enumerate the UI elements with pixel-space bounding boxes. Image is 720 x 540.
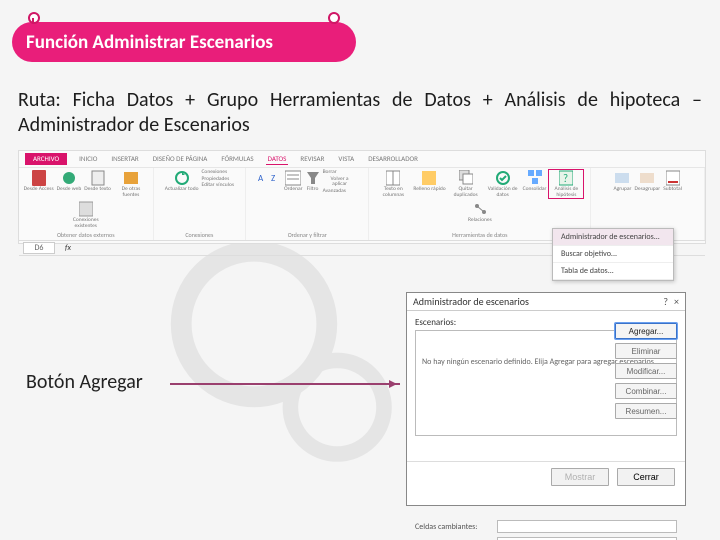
btn-desagrupar[interactable]: Desagrupar <box>634 170 660 193</box>
btn-conexiones-existentes[interactable]: Conexiones existentes <box>69 201 103 229</box>
btn-consolidar[interactable]: Consolidar <box>523 170 547 193</box>
combinar-button[interactable]: Combinar... <box>615 383 677 399</box>
btn-analisis-hipotesis[interactable]: ?Análisis de hipótesis <box>549 170 583 198</box>
dialog-titlebar: Administrador de escenarios ? × <box>407 293 685 311</box>
hipotesis-dropdown: Administrador de escenarios... Buscar ob… <box>552 228 674 281</box>
group-obtener-datos: Desde Access Desde web Desde texto De ot… <box>19 168 154 240</box>
resumen-button: Resumen... <box>615 403 677 419</box>
tab-formulas[interactable]: FÓRMULAS <box>219 153 255 165</box>
group-label: Obtener datos externos <box>19 231 153 239</box>
btn-quitar-duplicados[interactable]: Quitar duplicados <box>449 170 483 198</box>
close-icon[interactable]: × <box>674 295 679 308</box>
agregar-button[interactable]: Agregar... <box>615 323 677 339</box>
btn-sort-az[interactable]: A <box>258 170 268 184</box>
btn-relaciones[interactable]: Relaciones <box>468 201 492 224</box>
tab-inicio[interactable]: INICIO <box>77 153 99 165</box>
btn-desde-access[interactable]: Desde Access <box>24 170 54 193</box>
ribbon-tabs: ARCHIVO INICIO INSERTAR DISEÑO DE PÁGINA… <box>19 151 705 168</box>
dialog-side-buttons: Agregar... Eliminar Modificar... Combina… <box>615 323 677 419</box>
scenario-manager-dialog: Administrador de escenarios ? × Escenari… <box>406 292 686 506</box>
btn-validacion-datos[interactable]: Validación de datos <box>486 170 520 198</box>
name-box[interactable]: D6 <box>23 242 55 254</box>
btn-borrar[interactable]: Borrar <box>323 170 337 176</box>
btn-sort-za[interactable]: Z <box>271 170 281 184</box>
slide: Función Administrar Escenarios Ruta: Fic… <box>0 0 720 540</box>
btn-conexiones[interactable]: Conexiones <box>202 170 228 176</box>
group-ordenar-filtrar: A Z Ordenar Filtro Borrar Volver a aplic… <box>246 168 369 240</box>
cerrar-button[interactable]: Cerrar <box>617 468 675 486</box>
menu-buscar-objetivo[interactable]: Buscar objetivo... <box>553 246 673 263</box>
btn-otras-fuentes[interactable]: De otras fuentes <box>114 170 148 198</box>
slide-title-text: Función Administrar Escenarios <box>26 31 273 54</box>
group-conexiones: Actualizar todo Conexiones Propiedades E… <box>154 168 247 240</box>
route-text: Ruta: Ficha Datos + Grupo Herramientas d… <box>18 88 702 138</box>
btn-desde-texto[interactable]: Desde texto <box>84 170 111 193</box>
boton-agregar-label: Botón Agregar <box>26 370 143 394</box>
btn-texto-columnas[interactable]: Texto en columnas <box>376 170 410 198</box>
conn-subitems: Conexiones Propiedades Editar vínculos <box>202 170 235 189</box>
menu-admin-escenarios[interactable]: Administrador de escenarios... <box>553 229 673 246</box>
filter-subitems: Borrar Volver a aplicar Avanzadas <box>323 170 357 194</box>
dialog-footer: Mostrar Cerrar <box>407 461 685 492</box>
help-icon[interactable]: ? <box>663 295 668 308</box>
tab-archivo[interactable]: ARCHIVO <box>25 153 67 165</box>
mostrar-button: Mostrar <box>551 468 609 486</box>
btn-ordenar[interactable]: Ordenar <box>284 170 303 193</box>
watermark-gears <box>120 220 440 480</box>
arrow-annotation <box>170 383 400 385</box>
menu-tabla-datos[interactable]: Tabla de datos... <box>553 263 673 280</box>
tab-vista[interactable]: VISTA <box>336 153 356 165</box>
svg-text:?: ? <box>563 172 568 185</box>
btn-relleno-rapido[interactable]: Relleno rápido <box>413 170 445 193</box>
celdas-cambiantes-label: Celdas cambiantes: <box>415 522 493 532</box>
svg-text:A: A <box>258 173 264 184</box>
fx-icon[interactable]: fx <box>65 243 71 253</box>
group-label: Ordenar y filtrar <box>246 231 368 239</box>
tab-diseno[interactable]: DISEÑO DE PÁGINA <box>151 153 210 165</box>
btn-subtotal[interactable]: Subtotal <box>663 170 682 193</box>
celdas-cambiantes-field <box>497 520 677 533</box>
tab-revisar[interactable]: REVISAR <box>298 153 326 165</box>
btn-volver-aplicar[interactable]: Volver a aplicar <box>323 177 357 188</box>
btn-avanzadas[interactable]: Avanzadas <box>323 189 346 195</box>
eliminar-button: Eliminar <box>615 343 677 359</box>
modificar-button: Modificar... <box>615 363 677 379</box>
btn-agrupar[interactable]: Agrupar <box>613 170 631 193</box>
svg-text:Z: Z <box>271 173 275 184</box>
btn-filtro[interactable]: Filtro <box>306 170 320 193</box>
btn-desde-web[interactable]: Desde web <box>57 170 82 193</box>
group-label: Conexiones <box>154 231 246 239</box>
dialog-title: Administrador de escenarios <box>413 295 529 308</box>
tab-datos[interactable]: DATOS <box>266 153 289 165</box>
btn-actualizar[interactable]: Actualizar todo <box>165 170 199 193</box>
btn-editar-vinculos[interactable]: Editar vínculos <box>202 183 235 189</box>
tab-insertar[interactable]: INSERTAR <box>109 153 140 165</box>
slide-title: Función Administrar Escenarios <box>12 22 356 62</box>
tab-desarrollador[interactable]: DESARROLLADOR <box>366 153 420 165</box>
